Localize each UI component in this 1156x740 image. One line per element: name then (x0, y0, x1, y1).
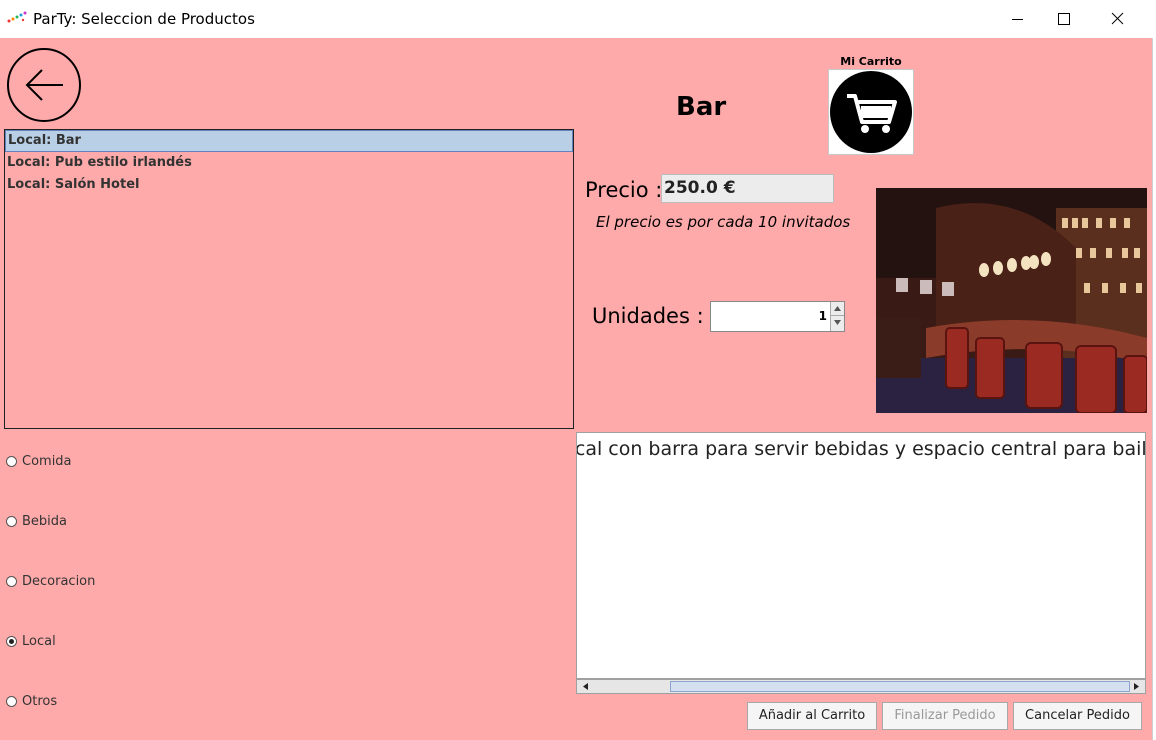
units-spinner[interactable]: 1 (710, 301, 845, 332)
radio-button[interactable] (6, 456, 17, 467)
minimize-button[interactable] (994, 0, 1040, 38)
radio-button[interactable] (6, 636, 17, 647)
cancel-order-button[interactable]: Cancelar Pedido (1013, 702, 1142, 730)
product-title: Bar (676, 92, 727, 122)
window-title: ParTy: Seleccion de Productos (33, 10, 255, 28)
list-item[interactable]: Local: Pub estilo irlandés (5, 152, 573, 174)
radio-label: Bebida (22, 514, 67, 529)
product-list[interactable]: Local: Bar Local: Pub estilo irlandés Lo… (4, 129, 574, 429)
app-logo-icon (7, 11, 27, 23)
chevron-up-icon (834, 306, 841, 311)
radio-label: Decoracion (22, 574, 96, 589)
radio-button[interactable] (6, 576, 17, 587)
units-input[interactable]: 1 (711, 302, 830, 331)
scroll-left-icon[interactable] (578, 680, 593, 693)
add-to-cart-button[interactable]: Añadir al Carrito (747, 702, 877, 730)
arrow-left-icon (25, 69, 63, 101)
back-button[interactable] (7, 48, 81, 122)
cart-button[interactable] (828, 69, 914, 155)
radio-label: Local (22, 634, 56, 649)
window-border (1152, 38, 1156, 740)
radio-label: Comida (22, 454, 72, 469)
finish-order-button[interactable]: Finalizar Pedido (882, 702, 1008, 730)
category-radio-local[interactable]: Local (6, 634, 56, 649)
radio-button[interactable] (6, 516, 17, 527)
category-radio-comida[interactable]: Comida (6, 454, 72, 469)
category-radio-bebida[interactable]: Bebida (6, 514, 67, 529)
cart-label: Mi Carrito (840, 55, 902, 68)
list-item[interactable]: Local: Salón Hotel (5, 174, 573, 196)
price-note: El precio es por cada 10 invitados (596, 213, 851, 231)
spinner-up-button[interactable] (830, 302, 844, 316)
scroll-right-icon[interactable] (1129, 680, 1144, 693)
horizontal-scrollbar[interactable] (576, 679, 1146, 694)
description-textarea[interactable]: Local con barra para servir bebidas y es… (576, 432, 1146, 679)
main-panel: Local: Bar Local: Pub estilo irlandés Lo… (0, 38, 1156, 740)
chevron-down-icon (834, 320, 841, 325)
close-icon (1111, 12, 1124, 25)
price-label: Precio : (585, 178, 663, 202)
list-item[interactable]: Local: Bar (5, 130, 573, 152)
units-label: Unidades : (592, 304, 704, 328)
maximize-button[interactable] (1040, 0, 1086, 38)
close-button[interactable] (1094, 0, 1140, 38)
scrollbar-thumb[interactable] (670, 681, 1130, 692)
price-field: 250.0 € (661, 174, 834, 203)
description-text: Local con barra para servir bebidas y es… (576, 438, 1146, 460)
category-radio-otros[interactable]: Otros (6, 694, 57, 709)
radio-button[interactable] (6, 696, 17, 707)
spinner-down-button[interactable] (830, 316, 844, 331)
radio-label: Otros (22, 694, 58, 709)
product-image (876, 188, 1147, 413)
category-radio-decoracion[interactable]: Decoracion (6, 574, 95, 589)
shopping-cart-icon (830, 71, 912, 153)
title-bar: ParTy: Seleccion de Productos (0, 0, 1156, 39)
